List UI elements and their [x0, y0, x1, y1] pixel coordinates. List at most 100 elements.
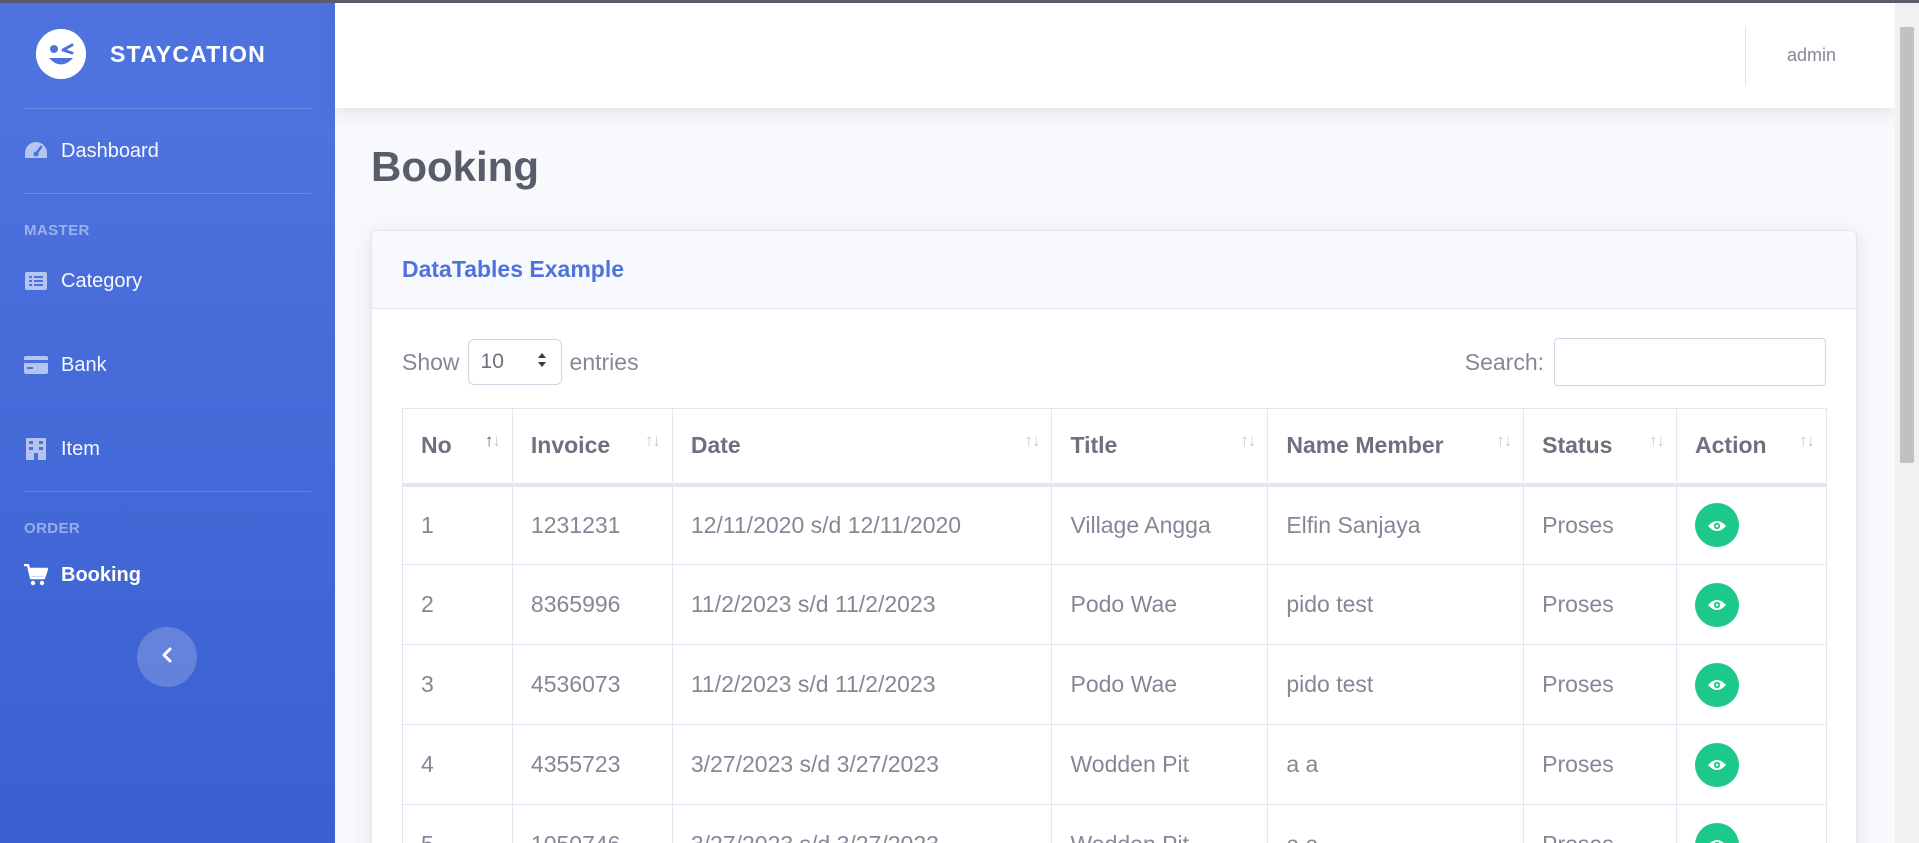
cell-no: 3 [402, 644, 513, 725]
cell-member: pido test [1267, 564, 1525, 645]
entries-label: entries [569, 348, 639, 375]
cell-date: 11/2/2023 s/d 11/2/2023 [671, 644, 1053, 725]
search-filter: Search: [1465, 338, 1826, 386]
sidebar-item-booking[interactable]: Booking [0, 537, 335, 613]
sort-icon: ↑↓ [1496, 431, 1512, 450]
user-menu[interactable]: admin [1787, 45, 1836, 66]
topbar-divider [1745, 26, 1746, 86]
cell-title: Wodden Pit [1051, 804, 1269, 843]
cell-member: pido test [1267, 644, 1525, 725]
cell-title: Podo Wae [1051, 564, 1269, 645]
page-scrollbar[interactable] [1895, 3, 1919, 843]
sort-icon: ↑↓ [484, 431, 501, 450]
table-row: 2 8365996 11/2/2023 s/d 11/2/2023 Podo W… [402, 564, 1827, 645]
table-header-row: No ↑↓ Invoice ↑↓ Date ↑↓ Title ↑↓ Name Membe… [402, 408, 1827, 487]
brand-name: STAYCATION [110, 40, 266, 67]
datatable-card: DataTables Example Show 10 entries Searc… [371, 230, 1857, 843]
view-button[interactable] [1695, 662, 1740, 707]
cell-status: Proses [1523, 564, 1678, 645]
cell-no: 1 [402, 484, 513, 565]
select-arrows-icon [537, 350, 547, 374]
brand[interactable]: STAYCATION [0, 0, 335, 108]
cell-invoice: 4536073 [511, 644, 673, 725]
cell-date: 12/11/2020 s/d 12/11/2020 [671, 484, 1053, 565]
sidebar-item-label: Item [61, 437, 100, 460]
cell-no: 4 [402, 724, 513, 805]
cell-status: Proses [1523, 644, 1678, 725]
cell-status: Proses [1523, 724, 1678, 805]
view-button[interactable] [1695, 503, 1740, 548]
card-title: DataTables Example [402, 256, 625, 282]
cell-status: Proses [1523, 804, 1678, 843]
list-icon [24, 269, 48, 293]
view-button[interactable] [1695, 822, 1740, 843]
sort-icon: ↑↓ [644, 431, 661, 450]
sidebar-toggle-button[interactable] [137, 627, 197, 687]
scrollbar-thumb[interactable] [1900, 27, 1914, 463]
eye-icon [1707, 751, 1727, 778]
column-header-title[interactable]: Title ↑↓ [1051, 408, 1269, 487]
sort-icon: ↑↓ [1240, 431, 1256, 450]
sidebar-item-label: Dashboard [61, 139, 159, 162]
eye-icon [1707, 512, 1727, 539]
eye-icon [1707, 591, 1727, 618]
table-row: 4 4355723 3/27/2023 s/d 3/27/2023 Wodden… [402, 724, 1827, 805]
sidebar-item-item[interactable]: Item [0, 407, 335, 491]
eye-icon [1707, 831, 1727, 843]
column-header-status[interactable]: Status ↑↓ [1523, 408, 1678, 487]
cell-date: 3/27/2023 s/d 3/27/2023 [671, 804, 1053, 843]
column-header-date[interactable]: Date ↑↓ [671, 408, 1053, 487]
cell-date: 11/2/2023 s/d 11/2/2023 [671, 564, 1053, 645]
cell-title: Wodden Pit [1051, 724, 1269, 805]
search-input[interactable] [1554, 338, 1826, 386]
sidebar-item-dashboard[interactable]: Dashboard [0, 109, 335, 193]
cell-invoice: 4355723 [511, 724, 673, 805]
building-icon [24, 437, 48, 461]
cell-action [1676, 724, 1827, 805]
sidebar-heading-master: MASTER [24, 222, 90, 239]
booking-table: No ↑↓ Invoice ↑↓ Date ↑↓ Title ↑↓ Name Membe… [402, 408, 1827, 843]
column-header-no[interactable]: No ↑↓ [402, 408, 513, 487]
sidebar-item-bank[interactable]: Bank [0, 323, 335, 407]
cell-invoice: 1050746 [511, 804, 673, 843]
cell-date: 3/27/2023 s/d 3/27/2023 [671, 724, 1053, 805]
credit-card-icon [24, 353, 48, 377]
table-row: 3 4536073 11/2/2023 s/d 11/2/2023 Podo W… [402, 644, 1827, 725]
entries-length-control: Show 10 entries [402, 339, 639, 385]
dashboard-icon [24, 139, 48, 163]
window-top-border [0, 0, 1919, 3]
sort-icon: ↑↓ [1799, 431, 1815, 450]
column-header-name-member[interactable]: Name Member ↑↓ [1267, 408, 1525, 487]
view-button[interactable] [1695, 742, 1740, 787]
cell-no: 5 [402, 804, 513, 843]
show-label: Show [402, 348, 460, 375]
cell-title: Podo Wae [1051, 644, 1269, 725]
sidebar: STAYCATION Dashboard MASTER Category Ban… [0, 0, 335, 843]
eye-icon [1707, 671, 1727, 698]
page-title: Booking [371, 143, 539, 190]
chevron-left-icon [161, 647, 173, 668]
sort-icon: ↑↓ [1024, 431, 1040, 450]
entries-select-value: 10 [480, 350, 504, 373]
cell-no: 2 [402, 564, 513, 645]
search-label: Search: [1464, 348, 1544, 375]
sidebar-divider [24, 491, 311, 492]
laugh-wink-icon [36, 29, 86, 79]
table-row: 5 1050746 3/27/2023 s/d 3/27/2023 Wodden… [402, 804, 1827, 843]
cell-invoice: 1231231 [511, 484, 673, 565]
entries-select[interactable]: 10 [467, 339, 562, 385]
view-button[interactable] [1695, 582, 1740, 627]
column-header-action[interactable]: Action ↑↓ [1676, 408, 1827, 487]
table-row: 1 1231231 12/11/2020 s/d 12/11/2020 Vill… [402, 484, 1827, 565]
cell-member: a a [1267, 724, 1525, 805]
cell-invoice: 8365996 [511, 564, 673, 645]
cell-action [1676, 564, 1827, 645]
sidebar-item-label: Category [61, 269, 143, 292]
card-header: DataTables Example [372, 231, 1856, 309]
sidebar-divider [24, 193, 311, 194]
column-header-invoice[interactable]: Invoice ↑↓ [511, 408, 673, 487]
sidebar-item-label: Booking [61, 563, 141, 586]
sort-icon: ↑↓ [1649, 431, 1665, 450]
sidebar-item-category[interactable]: Category [0, 239, 335, 323]
sidebar-heading-order: ORDER [24, 520, 81, 537]
